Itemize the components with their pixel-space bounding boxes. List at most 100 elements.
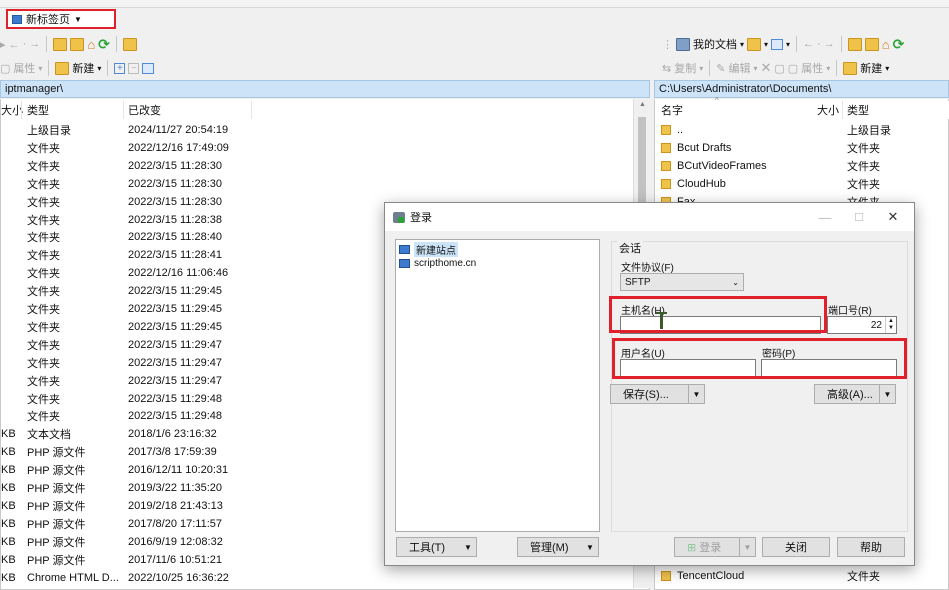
chevron-down-icon[interactable]: ▾ bbox=[764, 40, 768, 49]
chevron-down-icon[interactable]: ▾ bbox=[740, 40, 744, 49]
login-label: ⊞ 登录 bbox=[687, 539, 721, 555]
maximize-button[interactable]: ☐ bbox=[842, 203, 876, 231]
close-button[interactable]: 关闭 bbox=[762, 537, 830, 557]
save-button[interactable]: 保存(S)... ▼ bbox=[610, 384, 705, 404]
chevron-down-icon[interactable]: ▼ bbox=[688, 385, 704, 403]
left-col-size[interactable]: 大小 bbox=[1, 102, 23, 118]
left-new-button[interactable]: 新建 bbox=[72, 60, 94, 76]
refresh-icon[interactable]: ⟳ bbox=[98, 37, 110, 51]
parent-folder-icon[interactable] bbox=[847, 37, 862, 51]
filter-icon[interactable] bbox=[142, 62, 155, 74]
left-col-type[interactable]: 类型 bbox=[27, 102, 49, 118]
file-modified: 2022/3/15 11:29:45 bbox=[128, 285, 222, 298]
chevron-down-icon[interactable]: ▾ bbox=[97, 64, 101, 73]
left-col-modified[interactable]: 已改变 bbox=[128, 102, 161, 118]
site-item-new[interactable]: 新建站点 bbox=[399, 241, 458, 257]
table-row[interactable]: KB Chrome HTML D... 2022/10/25 16:36:22 bbox=[1, 569, 631, 587]
root-folder-icon[interactable] bbox=[70, 37, 85, 51]
toolbar-divider bbox=[836, 60, 838, 76]
right-properties-button[interactable]: 属性 bbox=[801, 60, 823, 76]
refresh-icon[interactable]: ⟳ bbox=[893, 37, 905, 51]
list-item[interactable]: .. 上级目录 bbox=[655, 121, 949, 139]
file-type: 文件夹 bbox=[27, 214, 60, 227]
file-type: 文件夹 bbox=[27, 375, 60, 388]
manage-button[interactable]: 管理(M) ▼ bbox=[517, 537, 599, 557]
home-icon[interactable]: ⌂ bbox=[882, 38, 890, 51]
toolbar-divider bbox=[115, 36, 117, 52]
left-path-bar[interactable]: iptmanager\ bbox=[0, 80, 650, 98]
location-dropdown[interactable]: 我的文档 bbox=[693, 36, 737, 52]
file-type: 文件夹 bbox=[27, 411, 60, 424]
close-window-button[interactable]: ✕ bbox=[876, 203, 910, 231]
find-folder-icon[interactable] bbox=[122, 37, 137, 51]
parent-folder-icon[interactable] bbox=[53, 37, 68, 51]
chevron-down-icon[interactable]: ▼ bbox=[739, 538, 755, 556]
grip-icon: ⋮ bbox=[662, 38, 673, 51]
select-plus-icon[interactable]: + bbox=[114, 62, 126, 74]
chevron-down-icon[interactable]: ▾ bbox=[699, 64, 703, 73]
right-copy-button[interactable]: 复制 bbox=[674, 60, 696, 76]
file-type: 文件夹 bbox=[27, 268, 60, 281]
list-item[interactable]: Bcut Drafts 文件夹 bbox=[655, 139, 949, 157]
spinner-arrows-icon[interactable]: ▲ ▼ bbox=[885, 317, 896, 333]
forward-arrow-icon[interactable]: · → bbox=[23, 38, 41, 50]
right-new-button[interactable]: 新建 bbox=[860, 60, 882, 76]
chevron-down-icon[interactable]: ▼ bbox=[879, 385, 895, 403]
right-path-bar[interactable]: C:\Users\Administrator\Documents\ bbox=[654, 80, 949, 98]
chevron-down-icon: ⌄ bbox=[732, 277, 739, 287]
right-edit-button[interactable]: 编辑 bbox=[728, 60, 750, 76]
file-modified: 2022/3/15 11:29:45 bbox=[128, 303, 222, 315]
right-nav-toolbar: ⋮ 我的文档 ▾ ▾ ▾ ← · → ⌂ ⟳ bbox=[662, 33, 904, 55]
forward-arrow-icon[interactable]: · → bbox=[817, 38, 835, 50]
open-folder-icon[interactable] bbox=[747, 37, 762, 51]
chevron-down-icon[interactable]: ▾ bbox=[885, 64, 889, 73]
scroll-up-icon[interactable]: ▲ bbox=[639, 101, 646, 108]
back-arrow-icon[interactable]: ← bbox=[803, 38, 814, 50]
file-type: PHP 源文件 bbox=[27, 536, 86, 549]
password-input[interactable] bbox=[761, 359, 897, 377]
chevron-down-icon[interactable]: ▾ bbox=[753, 64, 757, 73]
filter-icon[interactable] bbox=[771, 38, 784, 50]
chevron-down-icon[interactable]: ▾ bbox=[826, 64, 830, 73]
back-arrow-icon[interactable]: ▸ ← bbox=[0, 38, 20, 51]
chevron-down-icon[interactable]: ▾ bbox=[38, 64, 42, 73]
table-row[interactable]: 文件夹 2022/3/15 11:28:30 bbox=[1, 157, 631, 175]
host-input[interactable] bbox=[620, 316, 821, 334]
new-tab-button[interactable]: 新标签页 ▼ bbox=[6, 9, 116, 29]
file-size: KB bbox=[1, 446, 16, 459]
site-item-scripthome[interactable]: scripthome.cn bbox=[399, 256, 476, 270]
right-col-size[interactable]: 大小 bbox=[817, 102, 839, 118]
port-spinner[interactable]: 22 ▲ ▼ bbox=[827, 316, 897, 334]
minimize-button[interactable]: — bbox=[808, 203, 842, 231]
table-row[interactable]: 文件夹 2022/12/16 17:49:09 bbox=[1, 139, 631, 157]
chevron-down-icon[interactable]: ▼ bbox=[460, 538, 476, 556]
file-modified: 2019/2/18 21:43:13 bbox=[128, 499, 223, 512]
list-item[interactable]: BCutVideoFrames 文件夹 bbox=[655, 157, 949, 175]
chevron-down-icon[interactable]: ▾ bbox=[786, 40, 790, 49]
list-item[interactable]: CloudHub 文件夹 bbox=[655, 175, 949, 193]
right-col-name[interactable]: 名字 bbox=[661, 102, 683, 118]
left-properties-button[interactable]: 属性 bbox=[13, 60, 35, 76]
chevron-down-icon[interactable]: ▼ bbox=[582, 538, 598, 556]
advanced-button[interactable]: 高级(A)... ▼ bbox=[814, 384, 896, 404]
help-button[interactable]: 帮助 bbox=[837, 537, 905, 557]
site-tree[interactable]: 新建站点 scripthome.cn bbox=[395, 239, 600, 532]
tools-button[interactable]: 工具(T) ▼ bbox=[396, 537, 477, 557]
root-folder-icon[interactable] bbox=[864, 37, 879, 51]
port-value: 22 bbox=[870, 319, 882, 331]
list-item[interactable]: TencentCloud 文件夹 bbox=[655, 567, 949, 585]
username-input[interactable] bbox=[620, 359, 756, 377]
file-modified: 2022/3/15 11:28:40 bbox=[128, 231, 222, 244]
table-row[interactable]: 文件夹 2022/3/15 11:28:30 bbox=[1, 175, 631, 193]
login-button[interactable]: ⊞ 登录 ▼ bbox=[674, 537, 756, 557]
rename-icon[interactable]: ▢ bbox=[774, 62, 784, 75]
protocol-select[interactable]: SFTP ⌄ bbox=[620, 273, 744, 291]
delete-icon[interactable]: ✕ bbox=[760, 60, 771, 76]
site-monitor-icon bbox=[399, 258, 410, 268]
table-row[interactable]: 上级目录 2024/11/27 20:54:19 bbox=[1, 121, 631, 139]
file-size: KB bbox=[1, 553, 16, 566]
home-icon[interactable]: ⌂ bbox=[87, 38, 95, 51]
right-col-type[interactable]: 类型 bbox=[847, 102, 869, 118]
file-modified: 2016/12/11 10:20:31 bbox=[128, 464, 229, 477]
select-minus-icon[interactable]: − bbox=[128, 62, 140, 74]
